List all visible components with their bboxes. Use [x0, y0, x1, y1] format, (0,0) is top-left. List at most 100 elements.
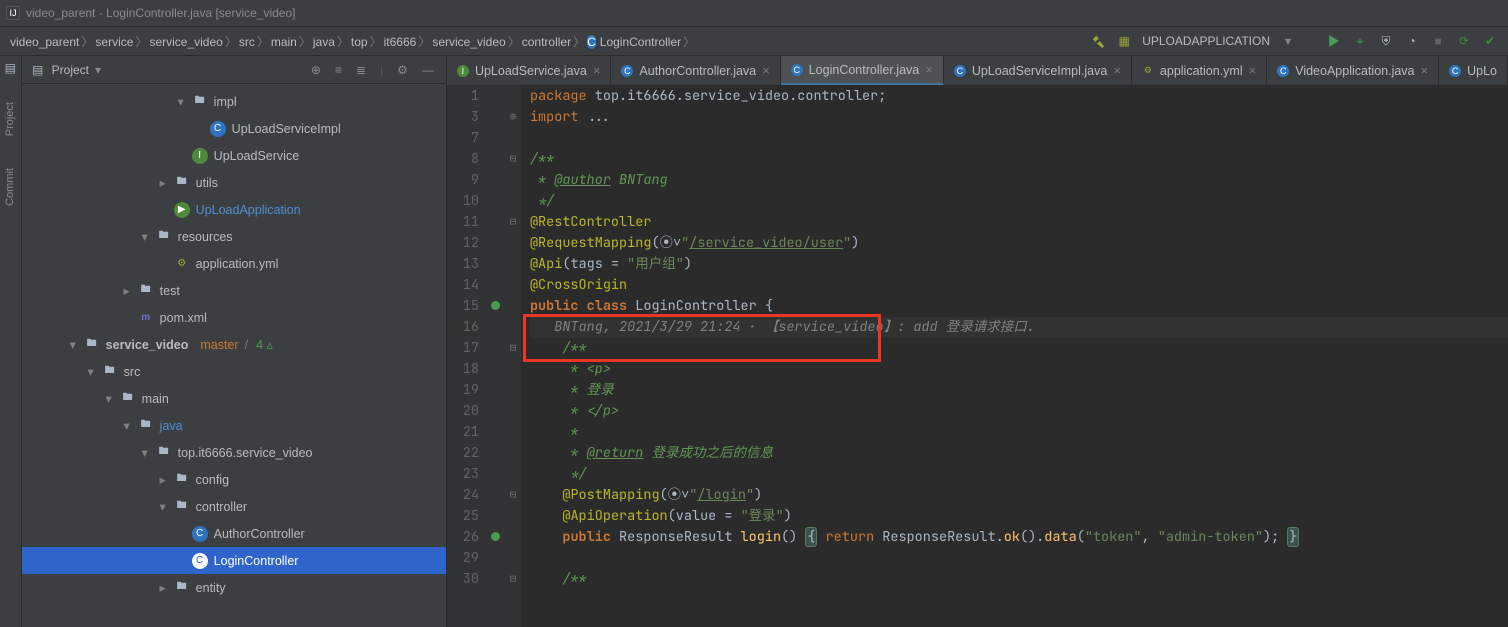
editor-tab[interactable]: CUpLo	[1439, 56, 1508, 85]
tree-row[interactable]: ▾🖿java	[22, 412, 446, 439]
collapse-all-icon[interactable]: ≣	[352, 63, 370, 77]
fold-toggle	[505, 317, 521, 338]
close-tab-icon[interactable]: ×	[1249, 63, 1257, 78]
gutter-run-icon[interactable]	[491, 532, 500, 541]
editor-area: IUpLoadService.java×CAuthorController.ja…	[447, 56, 1508, 627]
fold-toggle	[505, 296, 521, 317]
fold-toggle	[505, 128, 521, 149]
tree-row[interactable]: ▶UpLoadApplication	[22, 196, 446, 223]
commit-icon[interactable]: ✔	[1482, 33, 1498, 49]
breadcrumb-item[interactable]: main	[271, 35, 297, 49]
fold-toggle[interactable]: ⊟	[505, 569, 521, 590]
editor-body[interactable]: 1378910111213141516171819202122232425262…	[447, 86, 1508, 627]
editor-tab[interactable]: CLoginController.java×	[781, 56, 944, 85]
gutter-icons[interactable]	[487, 86, 505, 627]
run-config-dropdown-icon[interactable]: ▾	[1280, 33, 1296, 49]
breadcrumb-item[interactable]: src	[239, 35, 255, 49]
run-icon[interactable]	[1326, 33, 1342, 49]
fold-toggle	[505, 359, 521, 380]
expand-all-icon[interactable]: ≡	[331, 63, 346, 77]
fold-column[interactable]: ⊕ ⊟ ⊟ ⊟ ⊟ ⊟	[505, 86, 521, 627]
navigation-bar: video_parent〉service〉service_video〉src〉m…	[0, 26, 1508, 56]
debug-icon[interactable]: ⌖	[1352, 33, 1368, 49]
fold-toggle	[505, 380, 521, 401]
fold-toggle	[505, 254, 521, 275]
breadcrumb-item[interactable]: top	[351, 35, 368, 49]
project-header: ▤ Project ▾ ⊕ ≡ ≣ | ⚙ —	[22, 56, 446, 84]
breadcrumb-item[interactable]: controller	[522, 35, 571, 49]
editor-tab[interactable]: CVideoApplication.java×	[1267, 56, 1439, 85]
editor-tab[interactable]: CAuthorController.java×	[611, 56, 780, 85]
fold-toggle	[505, 86, 521, 107]
hide-tool-icon[interactable]: —	[418, 63, 438, 77]
ij-logo-icon: IJ	[6, 6, 20, 20]
line-numbers[interactable]: 1378910111213141516171819202122232425262…	[447, 86, 487, 627]
close-tab-icon[interactable]: ×	[1421, 63, 1429, 78]
fold-toggle[interactable]: ⊟	[505, 149, 521, 170]
close-tab-icon[interactable]: ×	[593, 63, 601, 78]
close-tab-icon[interactable]: ×	[925, 62, 933, 77]
fold-toggle[interactable]: ⊟	[505, 338, 521, 359]
tree-row[interactable]: mpom.xml	[22, 304, 446, 331]
tree-row[interactable]: ▾🖿src	[22, 358, 446, 385]
tree-row[interactable]: ⚙application.yml	[22, 250, 446, 277]
run-coverage-icon[interactable]: ⛨	[1378, 33, 1394, 49]
project-title[interactable]: Project	[52, 63, 89, 77]
close-tab-icon[interactable]: ×	[762, 63, 770, 78]
breadcrumb-item[interactable]: service_video	[149, 35, 222, 49]
fold-toggle	[505, 275, 521, 296]
window-title: video_parent - LoginController.java [ser…	[26, 6, 296, 20]
tree-row[interactable]: CAuthorController	[22, 520, 446, 547]
breadcrumb-item[interactable]: LoginController	[600, 35, 681, 49]
tool-window-strip-left: ▤ Project Commit	[0, 56, 22, 627]
gutter: 1378910111213141516171819202122232425262…	[447, 86, 522, 627]
editor-tab[interactable]: IUpLoadService.java×	[447, 56, 611, 85]
commit-tool-label[interactable]: Commit	[4, 162, 16, 212]
tree-row[interactable]: IUpLoadService	[22, 142, 446, 169]
fold-toggle[interactable]: ⊟	[505, 485, 521, 506]
tree-row[interactable]: CUpLoadServiceImpl	[22, 115, 446, 142]
fold-toggle	[505, 422, 521, 443]
stop-icon[interactable]: ■	[1430, 33, 1446, 49]
close-tab-icon[interactable]: ×	[1113, 63, 1121, 78]
fold-toggle[interactable]: ⊟	[505, 212, 521, 233]
tree-row[interactable]: ▾🖿main	[22, 385, 446, 412]
project-tool-icon[interactable]: ▤	[2, 60, 18, 76]
breadcrumb-item[interactable]: service	[95, 35, 133, 49]
breadcrumbs[interactable]: video_parent〉service〉service_video〉src〉m…	[10, 33, 697, 50]
breadcrumb-item[interactable]: java	[313, 35, 335, 49]
tree-row[interactable]: ▸🖿config	[22, 466, 446, 493]
fold-toggle	[505, 443, 521, 464]
tree-row[interactable]: ▾🖿service_video master / 4 ▵	[22, 331, 446, 358]
breadcrumb-item[interactable]: video_parent	[10, 35, 79, 49]
tree-row[interactable]: ▸🖿test	[22, 277, 446, 304]
tree-row[interactable]: ▸🖿utils	[22, 169, 446, 196]
breadcrumb-item[interactable]: service_video	[432, 35, 505, 49]
update-icon[interactable]: ⟳	[1456, 33, 1472, 49]
code-area[interactable]: package top.it6666.service_video.control…	[522, 86, 1508, 627]
tree-row[interactable]: ▾🖿resources	[22, 223, 446, 250]
fold-toggle[interactable]: ⊕	[505, 107, 521, 128]
editor-tab[interactable]: CUpLoadServiceImpl.java×	[944, 56, 1132, 85]
build-icon[interactable]	[1090, 33, 1106, 49]
editor-tab[interactable]: ⚙application.yml×	[1132, 56, 1267, 85]
editor-tabs[interactable]: IUpLoadService.java×CAuthorController.ja…	[447, 56, 1508, 86]
tree-row[interactable]: CLoginController	[22, 547, 446, 574]
fold-toggle	[505, 401, 521, 422]
title-bar: IJ video_parent - LoginController.java […	[0, 0, 1508, 26]
tree-row[interactable]: ▾🖿top.it6666.service_video	[22, 439, 446, 466]
project-tree[interactable]: ▾🖿implCUpLoadServiceImplIUpLoadService▸🖿…	[22, 84, 446, 627]
fold-toggle	[505, 170, 521, 191]
settings-gear-icon[interactable]: ⚙	[393, 63, 412, 77]
target-icon[interactable]: ⊕	[307, 63, 325, 77]
tree-row[interactable]: ▸🖿entity	[22, 574, 446, 601]
tree-row[interactable]: ▾🖿controller	[22, 493, 446, 520]
run-config-select[interactable]: UPLOADAPPLICATION	[1142, 34, 1270, 48]
gutter-run-icon[interactable]	[491, 301, 500, 310]
tree-row[interactable]: ▾🖿impl	[22, 88, 446, 115]
project-view-icon: ▤	[30, 62, 46, 78]
profile-icon[interactable]: ◔	[1404, 33, 1420, 49]
breadcrumb-item[interactable]: it6666	[384, 35, 417, 49]
project-tool-label[interactable]: Project	[4, 96, 16, 142]
fold-toggle	[505, 527, 521, 548]
